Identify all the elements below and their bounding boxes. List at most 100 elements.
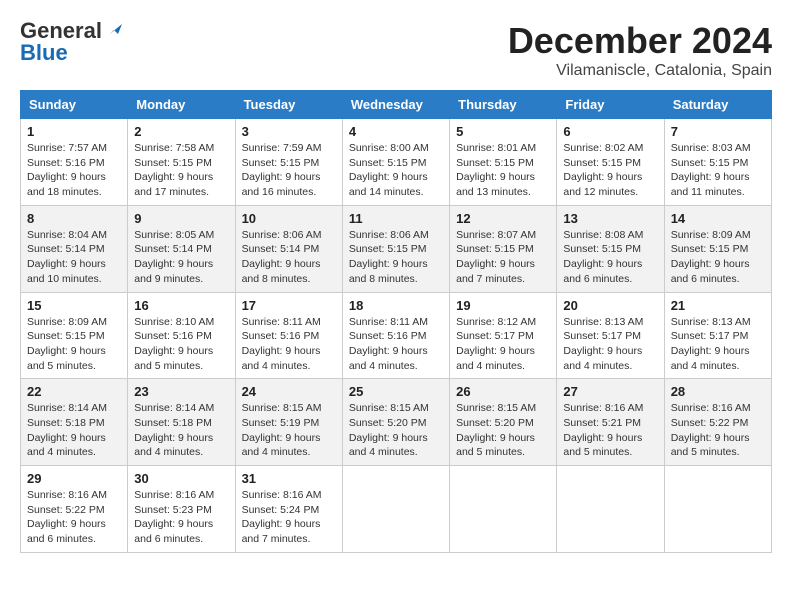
day-number-10: 10: [242, 211, 336, 226]
day-number-24: 24: [242, 384, 336, 399]
day-number-17: 17: [242, 298, 336, 313]
day-info-24: Sunrise: 8:15 AM Sunset: 5:19 PM Dayligh…: [242, 401, 336, 460]
empty-cell: [557, 466, 664, 553]
day-info-22: Sunrise: 8:14 AM Sunset: 5:18 PM Dayligh…: [27, 401, 121, 460]
day-cell-25: 25 Sunrise: 8:15 AM Sunset: 5:20 PM Dayl…: [342, 379, 449, 466]
day-number-6: 6: [563, 124, 657, 139]
header-saturday: Saturday: [664, 91, 771, 119]
day-cell-22: 22 Sunrise: 8:14 AM Sunset: 5:18 PM Dayl…: [21, 379, 128, 466]
day-number-29: 29: [27, 471, 121, 486]
day-cell-2: 2 Sunrise: 7:58 AM Sunset: 5:15 PM Dayli…: [128, 119, 235, 206]
day-info-6: Sunrise: 8:02 AM Sunset: 5:15 PM Dayligh…: [563, 141, 657, 200]
calendar-week-5: 29 Sunrise: 8:16 AM Sunset: 5:22 PM Dayl…: [21, 466, 772, 553]
day-info-2: Sunrise: 7:58 AM Sunset: 5:15 PM Dayligh…: [134, 141, 228, 200]
day-number-30: 30: [134, 471, 228, 486]
day-number-14: 14: [671, 211, 765, 226]
day-cell-26: 26 Sunrise: 8:15 AM Sunset: 5:20 PM Dayl…: [450, 379, 557, 466]
empty-cell: [342, 466, 449, 553]
day-cell-28: 28 Sunrise: 8:16 AM Sunset: 5:22 PM Dayl…: [664, 379, 771, 466]
day-info-27: Sunrise: 8:16 AM Sunset: 5:21 PM Dayligh…: [563, 401, 657, 460]
day-cell-21: 21 Sunrise: 8:13 AM Sunset: 5:17 PM Dayl…: [664, 292, 771, 379]
day-cell-24: 24 Sunrise: 8:15 AM Sunset: 5:19 PM Dayl…: [235, 379, 342, 466]
day-info-3: Sunrise: 7:59 AM Sunset: 5:15 PM Dayligh…: [242, 141, 336, 200]
empty-cell: [664, 466, 771, 553]
day-number-20: 20: [563, 298, 657, 313]
day-info-12: Sunrise: 8:07 AM Sunset: 5:15 PM Dayligh…: [456, 228, 550, 287]
title-section: December 2024 Vilamaniscle, Catalonia, S…: [508, 20, 772, 80]
day-cell-18: 18 Sunrise: 8:11 AM Sunset: 5:16 PM Dayl…: [342, 292, 449, 379]
empty-cell: [450, 466, 557, 553]
day-cell-13: 13 Sunrise: 8:08 AM Sunset: 5:15 PM Dayl…: [557, 205, 664, 292]
logo-blue: Blue: [20, 42, 68, 64]
page-header: General Blue December 2024 Vilamaniscle,…: [20, 20, 772, 80]
day-number-18: 18: [349, 298, 443, 313]
day-info-17: Sunrise: 8:11 AM Sunset: 5:16 PM Dayligh…: [242, 315, 336, 374]
day-info-13: Sunrise: 8:08 AM Sunset: 5:15 PM Dayligh…: [563, 228, 657, 287]
calendar-table: Sunday Monday Tuesday Wednesday Thursday…: [20, 90, 772, 553]
day-info-30: Sunrise: 8:16 AM Sunset: 5:23 PM Dayligh…: [134, 488, 228, 547]
day-number-27: 27: [563, 384, 657, 399]
day-info-9: Sunrise: 8:05 AM Sunset: 5:14 PM Dayligh…: [134, 228, 228, 287]
day-info-29: Sunrise: 8:16 AM Sunset: 5:22 PM Dayligh…: [27, 488, 121, 547]
calendar-week-4: 22 Sunrise: 8:14 AM Sunset: 5:18 PM Dayl…: [21, 379, 772, 466]
month-title: December 2024: [508, 20, 772, 62]
day-info-16: Sunrise: 8:10 AM Sunset: 5:16 PM Dayligh…: [134, 315, 228, 374]
day-number-8: 8: [27, 211, 121, 226]
calendar-week-3: 15 Sunrise: 8:09 AM Sunset: 5:15 PM Dayl…: [21, 292, 772, 379]
day-info-10: Sunrise: 8:06 AM Sunset: 5:14 PM Dayligh…: [242, 228, 336, 287]
day-cell-17: 17 Sunrise: 8:11 AM Sunset: 5:16 PM Dayl…: [235, 292, 342, 379]
day-info-21: Sunrise: 8:13 AM Sunset: 5:17 PM Dayligh…: [671, 315, 765, 374]
day-cell-29: 29 Sunrise: 8:16 AM Sunset: 5:22 PM Dayl…: [21, 466, 128, 553]
header-sunday: Sunday: [21, 91, 128, 119]
day-cell-8: 8 Sunrise: 8:04 AM Sunset: 5:14 PM Dayli…: [21, 205, 128, 292]
day-cell-16: 16 Sunrise: 8:10 AM Sunset: 5:16 PM Dayl…: [128, 292, 235, 379]
day-cell-11: 11 Sunrise: 8:06 AM Sunset: 5:15 PM Dayl…: [342, 205, 449, 292]
logo-general: General: [20, 20, 102, 42]
day-number-3: 3: [242, 124, 336, 139]
day-info-20: Sunrise: 8:13 AM Sunset: 5:17 PM Dayligh…: [563, 315, 657, 374]
day-number-28: 28: [671, 384, 765, 399]
day-number-5: 5: [456, 124, 550, 139]
day-info-18: Sunrise: 8:11 AM Sunset: 5:16 PM Dayligh…: [349, 315, 443, 374]
day-number-15: 15: [27, 298, 121, 313]
day-info-1: Sunrise: 7:57 AM Sunset: 5:16 PM Dayligh…: [27, 141, 121, 200]
day-number-21: 21: [671, 298, 765, 313]
day-cell-12: 12 Sunrise: 8:07 AM Sunset: 5:15 PM Dayl…: [450, 205, 557, 292]
day-cell-1: 1 Sunrise: 7:57 AM Sunset: 5:16 PM Dayli…: [21, 119, 128, 206]
day-number-7: 7: [671, 124, 765, 139]
day-number-22: 22: [27, 384, 121, 399]
day-info-25: Sunrise: 8:15 AM Sunset: 5:20 PM Dayligh…: [349, 401, 443, 460]
day-cell-19: 19 Sunrise: 8:12 AM Sunset: 5:17 PM Dayl…: [450, 292, 557, 379]
day-number-9: 9: [134, 211, 228, 226]
calendar-week-1: 1 Sunrise: 7:57 AM Sunset: 5:16 PM Dayli…: [21, 119, 772, 206]
day-cell-15: 15 Sunrise: 8:09 AM Sunset: 5:15 PM Dayl…: [21, 292, 128, 379]
day-cell-30: 30 Sunrise: 8:16 AM Sunset: 5:23 PM Dayl…: [128, 466, 235, 553]
day-number-12: 12: [456, 211, 550, 226]
header-thursday: Thursday: [450, 91, 557, 119]
day-number-23: 23: [134, 384, 228, 399]
day-number-19: 19: [456, 298, 550, 313]
day-number-11: 11: [349, 211, 443, 226]
day-cell-4: 4 Sunrise: 8:00 AM Sunset: 5:15 PM Dayli…: [342, 119, 449, 206]
day-number-31: 31: [242, 471, 336, 486]
weekday-header-row: Sunday Monday Tuesday Wednesday Thursday…: [21, 91, 772, 119]
logo: General Blue: [20, 20, 122, 64]
day-number-1: 1: [27, 124, 121, 139]
day-number-16: 16: [134, 298, 228, 313]
day-number-4: 4: [349, 124, 443, 139]
calendar-week-2: 8 Sunrise: 8:04 AM Sunset: 5:14 PM Dayli…: [21, 205, 772, 292]
day-info-14: Sunrise: 8:09 AM Sunset: 5:15 PM Dayligh…: [671, 228, 765, 287]
header-friday: Friday: [557, 91, 664, 119]
day-number-26: 26: [456, 384, 550, 399]
day-cell-31: 31 Sunrise: 8:16 AM Sunset: 5:24 PM Dayl…: [235, 466, 342, 553]
day-cell-10: 10 Sunrise: 8:06 AM Sunset: 5:14 PM Dayl…: [235, 205, 342, 292]
day-cell-9: 9 Sunrise: 8:05 AM Sunset: 5:14 PM Dayli…: [128, 205, 235, 292]
day-cell-7: 7 Sunrise: 8:03 AM Sunset: 5:15 PM Dayli…: [664, 119, 771, 206]
day-info-15: Sunrise: 8:09 AM Sunset: 5:15 PM Dayligh…: [27, 315, 121, 374]
day-number-25: 25: [349, 384, 443, 399]
day-cell-14: 14 Sunrise: 8:09 AM Sunset: 5:15 PM Dayl…: [664, 205, 771, 292]
day-cell-5: 5 Sunrise: 8:01 AM Sunset: 5:15 PM Dayli…: [450, 119, 557, 206]
header-tuesday: Tuesday: [235, 91, 342, 119]
day-cell-3: 3 Sunrise: 7:59 AM Sunset: 5:15 PM Dayli…: [235, 119, 342, 206]
day-number-2: 2: [134, 124, 228, 139]
